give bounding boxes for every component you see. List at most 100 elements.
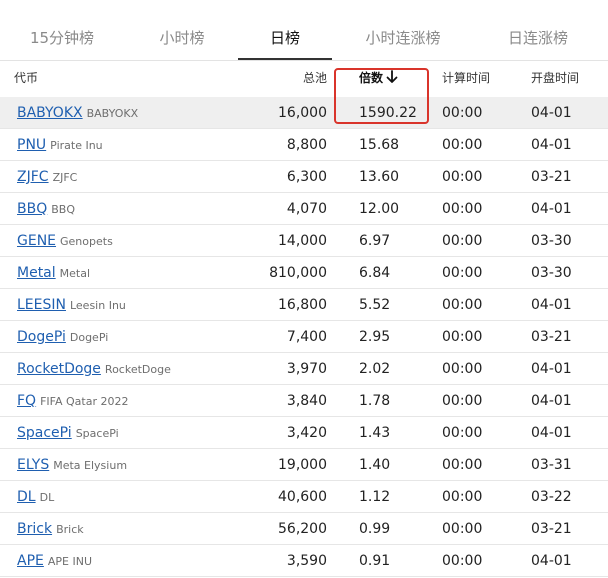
coin-cell: RocketDoge RocketDoge (17, 353, 171, 384)
coin-symbol-link[interactable]: APE (17, 553, 44, 569)
coin-name: DL (39, 491, 55, 504)
coin-name: ZJFC (52, 171, 78, 184)
pool-cell: 7,400 (286, 329, 327, 345)
coin-symbol-link[interactable]: GENE (17, 233, 56, 249)
coin-name: RocketDoge (104, 363, 171, 376)
coin-symbol-link[interactable]: Brick (17, 521, 52, 537)
coin-name: FIFA Qatar 2022 (40, 395, 129, 408)
coin-cell: SpacePi SpacePi (17, 417, 119, 448)
table-row[interactable]: BBQ BBQ 4,070 12.00 00:00 04-01 (0, 193, 608, 225)
tab-15-minute[interactable]: 15分钟榜 (20, 0, 104, 60)
column-header-multiple[interactable]: 倍数 (359, 61, 398, 97)
calc-time-cell: 00:00 (442, 425, 483, 441)
coin-cell: FQ FIFA Qatar 2022 (17, 385, 128, 416)
table-row[interactable]: Metal Metal 810,000 6.84 00:00 03-30 (0, 257, 608, 289)
ranking-table-body: BABYOKX BABYOKX 16,000 1590.22 00:00 04-01 PNU… (0, 97, 608, 577)
pool-cell: 8,800 (286, 137, 327, 153)
column-header-pool[interactable]: 总池 (200, 61, 327, 97)
coin-name: Genopets (60, 235, 113, 248)
open-time-cell: 03-21 (531, 521, 572, 537)
coin-symbol-link[interactable]: ELYS (17, 457, 49, 473)
table-row[interactable]: DL DL 40,600 1.12 00:00 03-22 (0, 481, 608, 513)
tab-daily-streak[interactable]: 日连涨榜 (490, 0, 586, 60)
open-time-cell: 04-01 (531, 553, 572, 569)
table-row[interactable]: SpacePi SpacePi 3,420 1.43 00:00 04-01 (0, 417, 608, 449)
pool-cell: 6,300 (286, 169, 327, 185)
open-time-cell: 03-30 (531, 265, 572, 281)
open-time-cell: 04-01 (531, 297, 572, 313)
coin-name: Pirate Inu (50, 139, 103, 152)
calc-time-cell: 00:00 (442, 297, 483, 313)
coin-symbol-link[interactable]: BBQ (17, 201, 47, 217)
coin-symbol-link[interactable]: SpacePi (17, 425, 72, 441)
table-row[interactable]: Brick Brick 56,200 0.99 00:00 03-21 (0, 513, 608, 545)
table-row[interactable]: FQ FIFA Qatar 2022 3,840 1.78 00:00 04-01 (0, 385, 608, 417)
open-time-cell: 04-01 (531, 201, 572, 217)
column-header-coin[interactable]: 代币 (14, 61, 38, 97)
multiple-cell: 0.91 (359, 553, 391, 569)
open-time-cell: 04-01 (531, 137, 572, 153)
multiple-cell: 0.99 (359, 521, 391, 537)
pool-cell: 810,000 (269, 265, 327, 281)
coin-name: APE INU (47, 555, 93, 568)
multiple-cell: 12.00 (359, 201, 400, 217)
coin-name: Metal (59, 267, 91, 280)
coin-cell: GENE Genopets (17, 225, 113, 256)
pool-cell: 56,200 (278, 521, 327, 537)
calc-time-cell: 00:00 (442, 393, 483, 409)
table-row[interactable]: ELYS Meta Elysium 19,000 1.40 00:00 03-31 (0, 449, 608, 481)
table-row[interactable]: LEESIN Leesin Inu 16,800 5.52 00:00 04-01 (0, 289, 608, 321)
multiple-cell: 5.52 (359, 297, 391, 313)
coin-symbol-link[interactable]: BABYOKX (17, 105, 83, 121)
open-time-cell: 03-31 (531, 457, 572, 473)
tab-hourly[interactable]: 小时榜 (140, 0, 224, 60)
coin-symbol-link[interactable]: DogePi (17, 329, 66, 345)
coin-cell: DogePi DogePi (17, 321, 108, 352)
pool-cell: 19,000 (278, 457, 327, 473)
column-header-multiple-label: 倍数 (359, 71, 384, 85)
coin-name: DogePi (69, 331, 109, 344)
coin-cell: ZJFC ZJFC (17, 161, 77, 192)
coin-symbol-link[interactable]: LEESIN (17, 297, 66, 313)
table-row[interactable]: BABYOKX BABYOKX 16,000 1590.22 00:00 04-01 (0, 97, 608, 129)
coin-symbol-link[interactable]: ZJFC (17, 169, 49, 185)
calc-time-cell: 00:00 (442, 105, 483, 121)
calc-time-cell: 00:00 (442, 553, 483, 569)
table-row[interactable]: GENE Genopets 14,000 6.97 00:00 03-30 (0, 225, 608, 257)
coin-cell: Metal Metal (17, 257, 90, 288)
tab-hourly-streak[interactable]: 小时连涨榜 (352, 0, 454, 60)
coin-symbol-link[interactable]: DL (17, 489, 36, 505)
coin-symbol-link[interactable]: PNU (17, 137, 46, 153)
coin-symbol-link[interactable]: RocketDoge (17, 361, 101, 377)
coin-cell: ELYS Meta Elysium (17, 449, 127, 480)
calc-time-cell: 00:00 (442, 169, 483, 185)
coin-cell: BABYOKX BABYOKX (17, 97, 138, 128)
table-row[interactable]: APE APE INU 3,590 0.91 00:00 04-01 (0, 545, 608, 577)
multiple-cell: 1.12 (359, 489, 391, 505)
column-header-open-time[interactable]: 开盘时间 (531, 61, 579, 97)
coin-name: SpacePi (75, 427, 119, 440)
open-time-cell: 04-01 (531, 425, 572, 441)
calc-time-cell: 00:00 (442, 329, 483, 345)
coin-symbol-link[interactable]: FQ (17, 393, 36, 409)
table-row[interactable]: RocketDoge RocketDoge 3,970 2.02 00:00 04-01 (0, 353, 608, 385)
table-row[interactable]: ZJFC ZJFC 6,300 13.60 00:00 03-21 (0, 161, 608, 193)
active-tab-indicator (238, 58, 332, 60)
column-header-calc-time[interactable]: 计算时间 (442, 61, 490, 97)
table-row[interactable]: DogePi DogePi 7,400 2.95 00:00 03-21 (0, 321, 608, 353)
open-time-cell: 03-30 (531, 233, 572, 249)
calc-time-cell: 00:00 (442, 457, 483, 473)
open-time-cell: 04-01 (531, 361, 572, 377)
coin-cell: PNU Pirate Inu (17, 129, 103, 160)
coin-name: Brick (56, 523, 84, 536)
multiple-cell: 2.95 (359, 329, 391, 345)
pool-cell: 3,590 (286, 553, 327, 569)
table-row[interactable]: PNU Pirate Inu 8,800 15.68 00:00 04-01 (0, 129, 608, 161)
ranking-tabs: 15分钟榜 小时榜 日榜 小时连涨榜 日连涨榜 (0, 0, 608, 61)
open-time-cell: 04-01 (531, 105, 572, 121)
coin-name: BBQ (51, 203, 75, 216)
tab-daily[interactable]: 日榜 (238, 0, 332, 60)
calc-time-cell: 00:00 (442, 233, 483, 249)
coin-symbol-link[interactable]: Metal (17, 265, 56, 281)
calc-time-cell: 00:00 (442, 521, 483, 537)
